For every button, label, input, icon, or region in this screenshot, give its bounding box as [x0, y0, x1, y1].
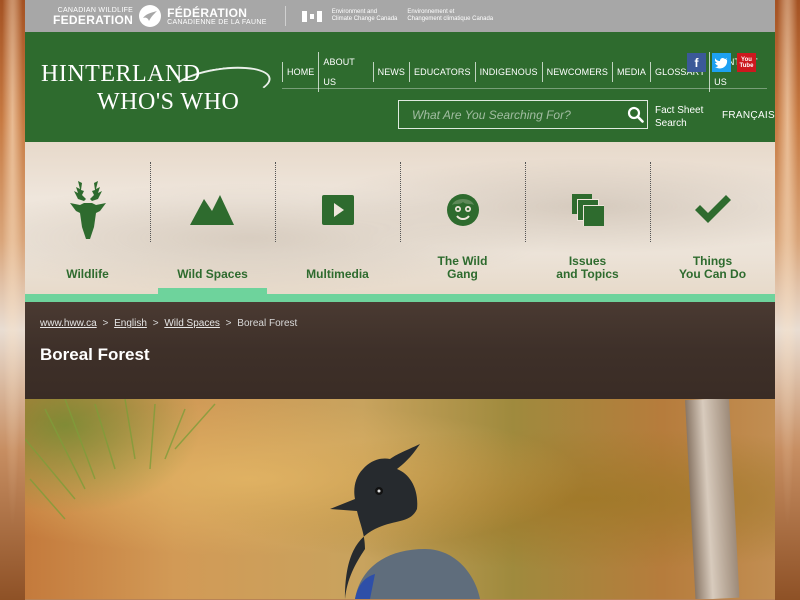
breadcrumb-current: Boreal Forest [237, 318, 298, 329]
nav-educators[interactable]: EDUCATORS [409, 62, 475, 82]
search-icon[interactable] [623, 101, 647, 128]
breadcrumb-sep-2: > [152, 318, 159, 329]
nav-news[interactable]: NEWS [372, 62, 409, 82]
checkmark-icon [650, 166, 775, 254]
cwf-fr-big: FÉDÉRATION [167, 5, 248, 20]
category-wild-spaces-label: Wild Spaces [177, 267, 248, 281]
search-box [398, 100, 648, 129]
category-issues-topics[interactable]: Issues and Topics [525, 142, 650, 294]
category-wild-gang-label: The Wild Gang [400, 254, 525, 282]
steller-jay-image [25, 399, 480, 599]
category-wild-spaces[interactable]: Wild Spaces [150, 142, 275, 295]
eccc-french: Environnement et Changement climatique C… [407, 9, 493, 23]
hero-image [25, 399, 775, 599]
page: CANADIAN WILDLIFE FEDERATION FÉDÉRATION … [25, 0, 775, 600]
category-multimedia-label: Multimedia [306, 267, 369, 281]
social-links: f You Tube [687, 53, 756, 72]
nav-media[interactable]: MEDIA [612, 62, 650, 82]
header-divider [282, 88, 767, 89]
eccc-english: Environment and Climate Change Canada [332, 9, 398, 23]
category-bottom-bar [25, 294, 775, 302]
cwf-fr-small: CANADIENNE DE LA FAUNE [167, 18, 267, 26]
nav-about-us[interactable]: ABOUT US [318, 52, 372, 92]
cwf-english-name: CANADIAN WILDLIFE FEDERATION [53, 7, 133, 26]
twitter-icon[interactable] [712, 53, 731, 72]
cwf-bird-icon [139, 5, 162, 27]
things-label-line2: You Can Do [678, 267, 747, 282]
fact-sheet-search-link[interactable]: Fact Sheet Search [655, 105, 703, 130]
cwf-en-big: FEDERATION [53, 12, 134, 27]
eccc-en-line1: Environment and [331, 9, 378, 16]
breadcrumb-sep-3: > [225, 318, 232, 329]
canada-flag-icon [301, 10, 322, 22]
fact-sheet-label-1: Fact Sheet [655, 105, 704, 116]
facebook-icon[interactable]: f [687, 53, 706, 72]
nav-newcomers[interactable]: NEWCOMERS [541, 62, 612, 82]
breadcrumb-home[interactable]: www.hww.ca [40, 318, 97, 329]
nav-indigenous[interactable]: INDIGENOUS [474, 62, 542, 82]
background-left [0, 0, 25, 600]
stack-icon [525, 166, 650, 254]
category-wildlife[interactable]: Wildlife [25, 142, 150, 294]
face-icon [400, 166, 525, 254]
site-logo[interactable]: HINTERLAND WHO'S WHO [41, 61, 273, 114]
eccc-en-line2: Climate Change Canada [331, 16, 398, 22]
youtube-label-2: Tube [739, 62, 754, 69]
breadcrumb: www.hww.ca > English > Wild Spaces > Bor… [40, 318, 760, 329]
background-right [775, 0, 800, 600]
cwf-logo-link[interactable]: CANADIAN WILDLIFE FEDERATION FÉDÉRATION … [53, 5, 267, 27]
play-icon [275, 166, 400, 254]
eccc-fr-line2: Changement climatique Canada [407, 16, 494, 22]
category-things-you-can-do[interactable]: Things You Can Do [650, 142, 775, 294]
eccc-logo-link[interactable]: Environment and Climate Change Canada En… [301, 9, 493, 23]
category-issues-topics-label: Issues and Topics [525, 254, 650, 282]
youtube-icon[interactable]: You Tube [737, 53, 756, 72]
page-title: Boreal Forest [40, 345, 150, 364]
nav-home[interactable]: HOME [282, 62, 318, 82]
category-multimedia[interactable]: Multimedia [275, 142, 400, 294]
eccc-fr-line1: Environnement et [407, 9, 455, 16]
partner-bar: CANADIAN WILDLIFE FEDERATION FÉDÉRATION … [25, 0, 775, 32]
category-navigation: Wildlife Wild Spaces Multimedia The Wild… [25, 142, 775, 302]
title-band: www.hww.ca > English > Wild Spaces > Bor… [25, 302, 775, 399]
mountain-icon [150, 166, 275, 254]
fact-sheet-label-2: Search [655, 117, 687, 129]
category-wild-gang[interactable]: The Wild Gang [400, 142, 525, 294]
category-things-label: Things You Can Do [650, 254, 775, 282]
category-wildlife-label: Wildlife [66, 267, 109, 281]
issues-label-line2: and Topics [556, 267, 619, 282]
site-header: HINTERLAND WHO'S WHO HOME ABOUT US NEWS … [25, 32, 775, 142]
breadcrumb-wild-spaces[interactable]: Wild Spaces [164, 318, 220, 329]
breadcrumb-sep-1: > [102, 318, 109, 329]
wild-gang-label-line2: Gang [447, 267, 478, 282]
breadcrumb-english[interactable]: English [114, 318, 147, 329]
deer-icon [25, 166, 150, 254]
cwf-french-name: FÉDÉRATION CANADIENNE DE LA FAUNE [167, 7, 267, 26]
search-input[interactable] [399, 101, 623, 128]
language-toggle[interactable]: FRANÇAIS [722, 110, 775, 121]
partner-divider [284, 6, 286, 26]
